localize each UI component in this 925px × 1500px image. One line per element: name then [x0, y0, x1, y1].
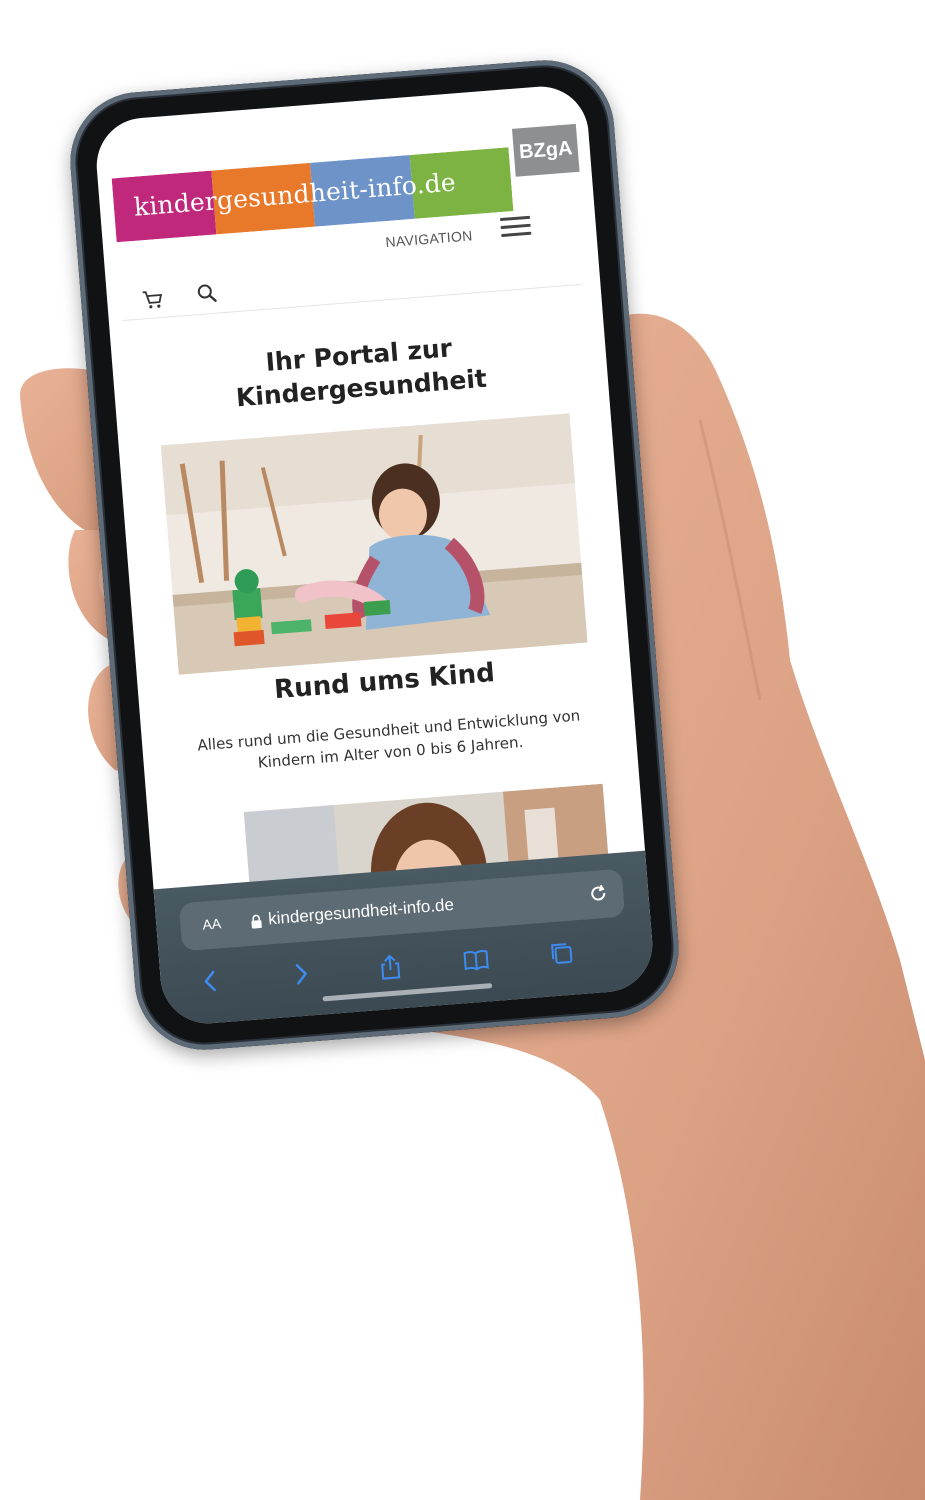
cart-icon[interactable]	[140, 287, 166, 313]
navigation-label[interactable]: NAVIGATION	[385, 227, 473, 250]
back-icon[interactable]	[196, 966, 226, 996]
phone-screen: kindergesundheit-info.de BZgA NAVIGATION…	[93, 83, 656, 1027]
forward-icon[interactable]	[286, 959, 316, 989]
search-icon[interactable]	[194, 280, 220, 306]
bookmarks-icon[interactable]	[461, 945, 491, 975]
site-header: kindergesundheit-info.de BZgA NAVIGATION	[93, 83, 600, 322]
section-description: Alles rund um die Gesundheit und Entwick…	[196, 706, 581, 772]
child-playing-photo[interactable]	[160, 413, 588, 675]
page-title: Ihr Portal zur Kindergesundheit	[234, 333, 488, 412]
hamburger-icon[interactable]	[499, 212, 532, 240]
share-icon[interactable]	[375, 952, 405, 982]
url-text[interactable]: kindergesundheit-info.de	[267, 895, 454, 930]
bzga-logo[interactable]: BZgA	[511, 123, 580, 177]
tabs-icon[interactable]	[547, 938, 577, 968]
smartphone: kindergesundheit-info.de BZgA NAVIGATION…	[65, 55, 684, 1055]
reload-icon[interactable]	[586, 882, 610, 906]
lock-icon	[251, 914, 262, 929]
header-divider	[122, 283, 582, 322]
text-size-button[interactable]: AA	[202, 915, 222, 932]
